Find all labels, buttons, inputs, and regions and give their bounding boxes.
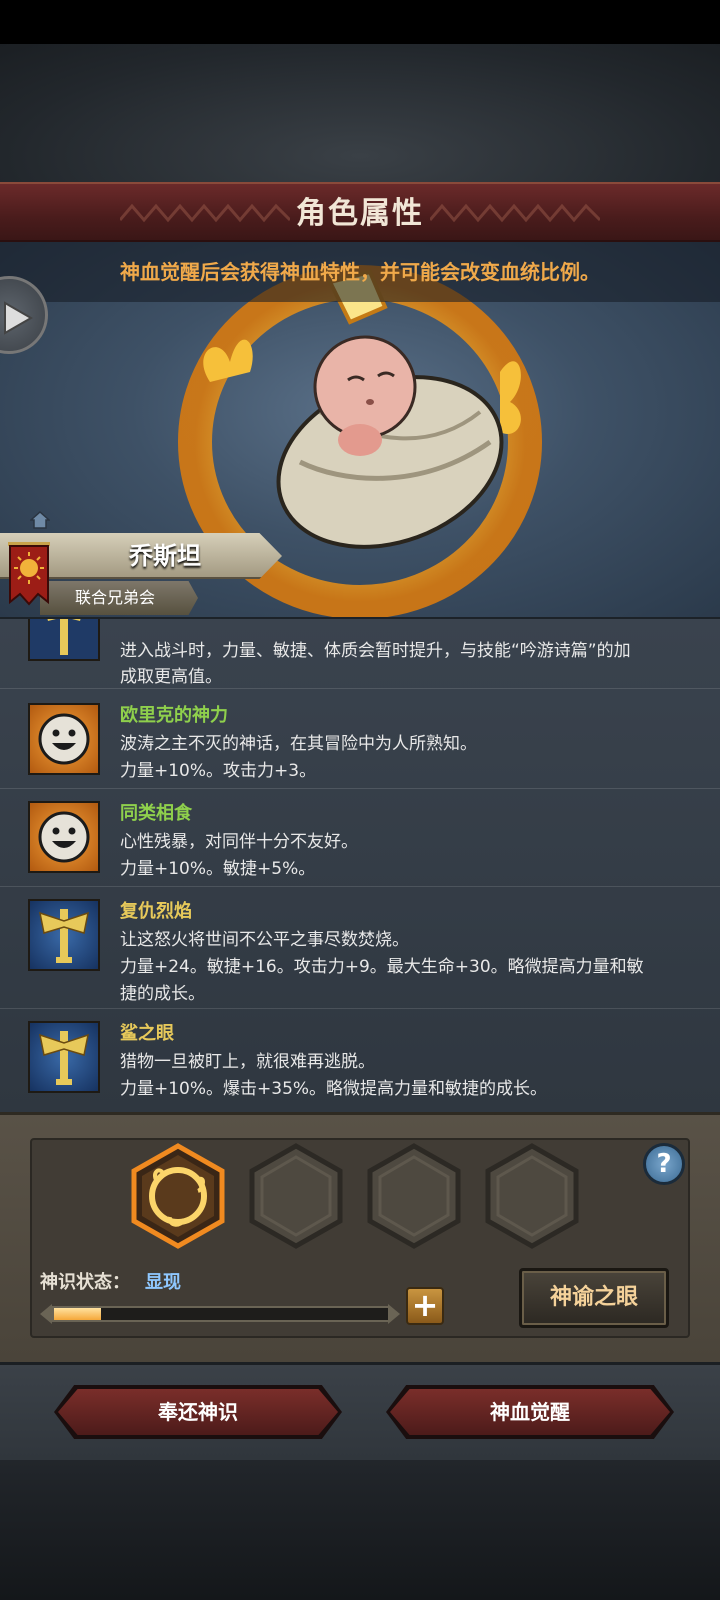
divine-progress-fill bbox=[54, 1308, 101, 1320]
trait-description: 心性残暴，对同伴十分不友好。 bbox=[120, 832, 358, 852]
oracle-eye-button[interactable]: 神谕之眼 bbox=[519, 1268, 669, 1328]
trait-item: 复仇烈焰 让这怒火将世间不公平之事尽数焚烧。 力量+24。敏捷+16。攻击力+9… bbox=[0, 887, 720, 1009]
help-icon[interactable]: ? bbox=[643, 1143, 685, 1185]
house-icon bbox=[30, 511, 50, 529]
trait-stats: 力量+10%。敏捷+5%。 bbox=[120, 859, 316, 879]
divine-slot-empty[interactable] bbox=[248, 1143, 344, 1249]
divine-progress-bar bbox=[40, 1302, 400, 1326]
divine-slot-active[interactable] bbox=[130, 1143, 226, 1249]
add-divine-button[interactable]: + bbox=[406, 1287, 444, 1325]
bottom-backdrop bbox=[0, 1460, 720, 1600]
trait-stats: 力量+10%。爆击+35%。略微提高力量和敏捷的成长。 bbox=[120, 1079, 548, 1099]
trait-name: 复仇烈焰 bbox=[120, 901, 192, 922]
trait-stats: 力量+24。敏捷+16。攻击力+9。最大生命+30。略微提高力量和敏 bbox=[120, 957, 644, 977]
trait-stats: 捷的成长。 bbox=[120, 984, 205, 1004]
trait-description: 进入战斗时，力量、敏捷、体质会暂时提升，与技能“吟游诗篇”的加 bbox=[120, 641, 631, 661]
divine-status-value: 显现 bbox=[145, 1272, 181, 1293]
axe-icon bbox=[28, 899, 100, 971]
guild-name[interactable]: 联合兄弟会 bbox=[40, 581, 190, 615]
trait-item: 鲨之眼 猎物一旦被盯上，就很难再逃脱。 力量+10%。爆击+35%。略微提高力量… bbox=[0, 1009, 720, 1112]
return-divine-label: 奉还神识 bbox=[158, 1400, 238, 1424]
trait-stats: 力量+10%。攻击力+3。 bbox=[120, 761, 317, 781]
character-name: 乔斯坦 bbox=[129, 542, 201, 570]
trait-name: 同类相食 bbox=[120, 803, 192, 824]
trait-item: 同类相食 心性残暴，对同伴十分不友好。 力量+10%。敏捷+5%。 bbox=[0, 789, 720, 887]
divine-slot-empty[interactable] bbox=[366, 1143, 462, 1249]
divine-slot-empty[interactable] bbox=[484, 1143, 580, 1249]
trait-item: 欧里克的神力 波涛之主不灭的神话，在其冒险中为人所熟知。 力量+10%。攻击力+… bbox=[0, 691, 720, 789]
title-banner: 角色属性 bbox=[0, 182, 720, 242]
top-backdrop bbox=[0, 44, 720, 184]
page-title: 角色属性 bbox=[296, 196, 424, 231]
trait-item: 进入战斗时，力量、敏捷、体质会暂时提升，与技能“吟游诗篇”的加 成取更高值。 bbox=[0, 619, 720, 689]
play-arrow-icon bbox=[4, 301, 33, 335]
blood-awaken-label: 神血觉醒 bbox=[490, 1400, 570, 1424]
axe-icon bbox=[28, 1021, 100, 1093]
guild-banner-icon bbox=[8, 542, 50, 606]
trait-description: 猎物一旦被盯上，就很难再逃脱。 bbox=[120, 1052, 375, 1072]
status-bar bbox=[0, 0, 720, 44]
trait-list[interactable]: 进入战斗时，力量、敏捷、体质会暂时提升，与技能“吟游诗篇”的加 成取更高值。 欧… bbox=[0, 617, 720, 1112]
trait-description: 波涛之主不灭的神话，在其冒险中为人所熟知。 bbox=[120, 734, 477, 754]
awakening-info-text: 神血觉醒后会获得神血特性，并可能会改变血统比例。 bbox=[120, 260, 600, 284]
smiley-face-icon bbox=[28, 801, 100, 873]
smiley-face-icon bbox=[28, 703, 100, 775]
axe-icon bbox=[28, 619, 100, 661]
trait-name: 欧里克的神力 bbox=[120, 705, 228, 726]
trait-description: 成取更高值。 bbox=[120, 667, 222, 687]
divine-status-label: 神识状态： bbox=[40, 1272, 130, 1293]
trait-name: 鲨之眼 bbox=[120, 1023, 174, 1044]
trait-description: 让这怒火将世间不公平之事尽数焚烧。 bbox=[120, 930, 409, 950]
